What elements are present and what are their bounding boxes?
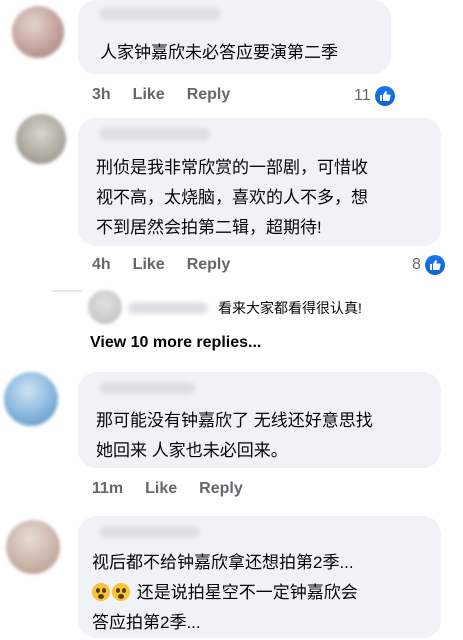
commenter-name-redacted[interactable] xyxy=(100,8,220,20)
commenter-avatar[interactable] xyxy=(4,372,58,426)
comment-text-segment: 还是说拍星空不一定钟嘉欣会 xyxy=(132,583,358,602)
replier-name-redacted[interactable] xyxy=(128,302,208,314)
comment-text-line-with-emoji: 还是说拍星空不一定钟嘉欣会 xyxy=(92,578,358,607)
like-button[interactable]: Like xyxy=(145,480,177,498)
comment-actions: 11m Like Reply xyxy=(92,480,265,498)
view-more-replies-link[interactable]: View 10 more replies... xyxy=(90,334,261,352)
comment-text-line: 答应拍第2季... xyxy=(92,613,201,632)
commenter-name-redacted[interactable] xyxy=(100,128,210,140)
comment-text-line: 视不高，太烧脑，喜欢的人不多，想 xyxy=(96,188,368,207)
reply-button[interactable]: Reply xyxy=(187,256,231,274)
comment-text-line: 不到居然会拍第二辑，超期待! xyxy=(96,218,322,237)
grinning-sweat-emoji-icon xyxy=(92,583,110,601)
commenter-avatar[interactable] xyxy=(12,6,64,58)
like-button[interactable]: Like xyxy=(133,256,165,274)
commenter-name-redacted[interactable] xyxy=(100,526,200,538)
comment-text-line: 她回来 人家也未必回来。 xyxy=(96,441,288,460)
comment-actions: 4h Like Reply xyxy=(92,256,252,274)
like-thumb-icon xyxy=(424,255,445,275)
commenter-avatar[interactable] xyxy=(16,114,66,164)
comment-text: 人家钟嘉欣未必答应要演第二季 xyxy=(100,43,338,62)
reply-thread-line xyxy=(52,290,82,292)
reaction-count[interactable]: 8 xyxy=(412,255,445,275)
reply-preview-text[interactable]: 看来大家都看得很认真! xyxy=(218,298,362,318)
comment-time: 11m xyxy=(92,480,124,497)
comment-text-line: 视后都不给钟嘉欣拿还想拍第2季... xyxy=(92,553,354,572)
reply-button[interactable]: Reply xyxy=(199,480,243,498)
comment-time: 4h xyxy=(92,256,111,273)
reply-button[interactable]: Reply xyxy=(187,86,231,104)
comment-text-line: 那可能没有钟嘉欣了 无线还好意思找 xyxy=(96,411,373,430)
comment-time: 3h xyxy=(92,86,111,103)
reaction-count[interactable]: 11 xyxy=(354,86,395,106)
reaction-count-number: 11 xyxy=(354,87,371,104)
commenter-name-redacted[interactable] xyxy=(100,382,195,394)
grinning-sweat-emoji-icon xyxy=(112,583,130,601)
like-thumb-icon xyxy=(374,86,395,106)
replier-avatar[interactable] xyxy=(88,290,122,324)
comment-text-line: 刑侦是我非常欣赏的一部剧，可惜收 xyxy=(96,158,368,177)
reaction-count-number: 8 xyxy=(412,256,421,273)
comment-actions: 3h Like Reply xyxy=(92,86,252,104)
commenter-avatar[interactable] xyxy=(6,520,60,574)
like-button[interactable]: Like xyxy=(133,86,165,104)
